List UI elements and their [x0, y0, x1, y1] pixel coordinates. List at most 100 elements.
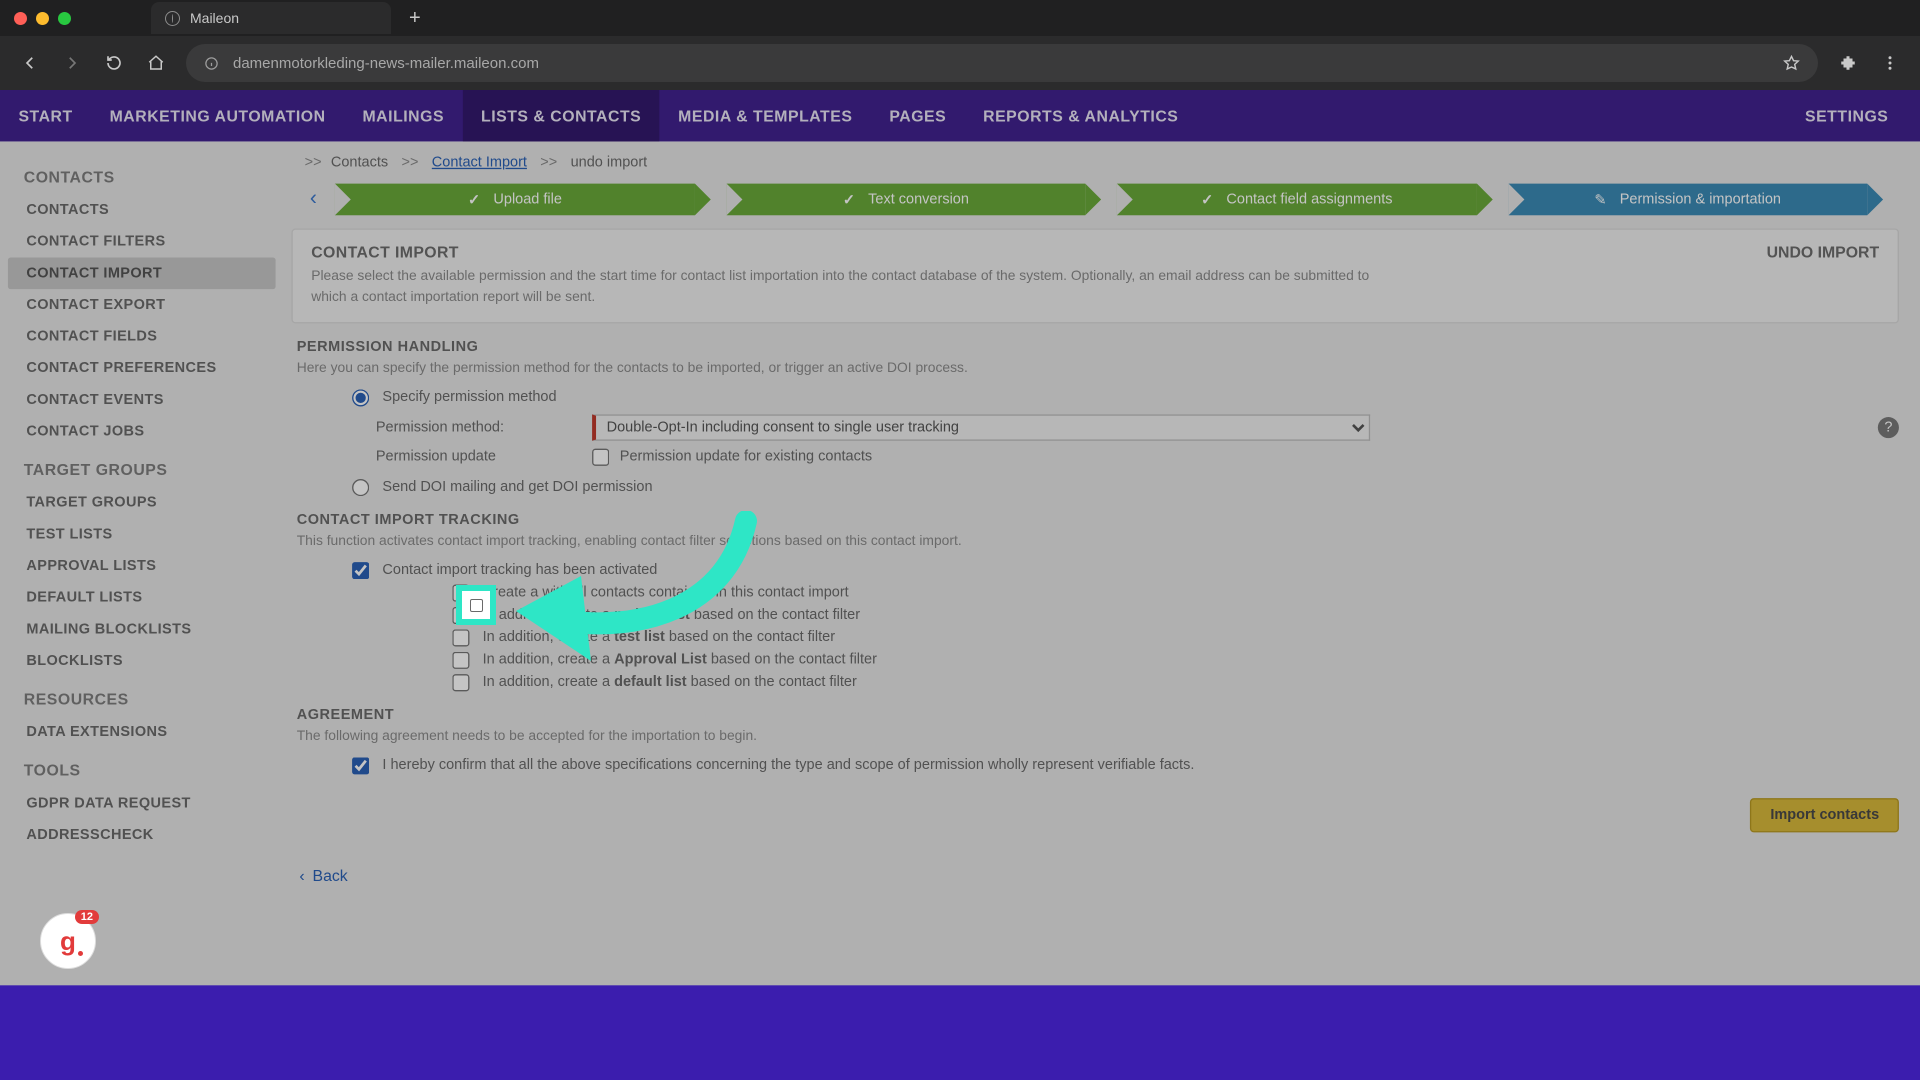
tab-title: Maileon	[190, 10, 239, 26]
sidebar-item-gdpr[interactable]: GDPR DATA REQUEST	[8, 788, 276, 820]
cbx-create-approval-list[interactable]	[452, 651, 469, 668]
browser-toolbar: damenmotorkleding-news-mailer.maileon.co…	[0, 36, 1920, 90]
sidebar: CONTACTS CONTACTS CONTACT FILTERS CONTAC…	[0, 141, 284, 985]
sidebar-item-contact-preferences[interactable]: CONTACT PREFERENCES	[8, 352, 276, 384]
main-nav: START MARKETING AUTOMATION MAILINGS LIST…	[0, 90, 1920, 141]
maximize-window-icon[interactable]	[58, 12, 71, 25]
url-text: damenmotorkleding-news-mailer.maileon.co…	[233, 55, 539, 72]
home-button[interactable]	[144, 51, 168, 75]
cbx-create-mailing-list[interactable]	[452, 606, 469, 623]
help-icon[interactable]: ?	[1878, 416, 1899, 437]
sidebar-item-contact-jobs[interactable]: CONTACT JOBS	[8, 416, 276, 448]
sidebar-header-tools: TOOLS	[8, 748, 276, 788]
check-icon	[1201, 191, 1213, 208]
reload-button[interactable]	[102, 51, 126, 75]
cbx-tracking-activated[interactable]	[352, 561, 369, 578]
sidebar-item-contact-export[interactable]: CONTACT EXPORT	[8, 289, 276, 321]
step-upload-file[interactable]: Upload file	[335, 184, 694, 216]
sidebar-header-resources: RESOURCES	[8, 677, 276, 717]
step-permission-importation[interactable]: Permission & importation	[1508, 184, 1867, 216]
chevron-left-icon: ‹	[299, 866, 304, 884]
sidebar-header-contacts: CONTACTS	[8, 155, 276, 195]
section-tracking-title: CONTACT IMPORT TRACKING	[297, 511, 1899, 527]
sidebar-item-blocklists[interactable]: BLOCKLISTS	[8, 645, 276, 677]
check-icon	[468, 191, 480, 208]
site-info-icon	[204, 56, 219, 71]
section-agreement-title: AGREEMENT	[297, 706, 1899, 722]
cbx-agreement[interactable]	[352, 757, 369, 774]
radio-send-doi-label: Send DOI mailing and get DOI permission	[382, 479, 652, 495]
breadcrumb: >> Contacts >> Contact Import >> undo im…	[291, 149, 1898, 183]
nav-reports[interactable]: REPORTS & ANALYTICS	[965, 90, 1197, 141]
sidebar-item-mailing-blocklists[interactable]: MAILING BLOCKLISTS	[8, 614, 276, 646]
minimize-window-icon[interactable]	[36, 12, 49, 25]
step-field-assignments[interactable]: Contact field assignments	[1117, 184, 1476, 216]
sidebar-item-default-lists[interactable]: DEFAULT LISTS	[8, 582, 276, 614]
permission-update-label: Permission update	[376, 449, 574, 465]
page-description: Please select the available permission a…	[311, 267, 1406, 309]
browser-chrome: Maileon + damenmotorkleding-news-mailer.…	[0, 0, 1920, 90]
cbx-create-filter[interactable]	[452, 584, 469, 601]
radio-send-doi[interactable]	[352, 478, 369, 495]
crumb-undo-import: undo import	[571, 155, 648, 171]
sidebar-item-contact-fields[interactable]: CONTACT FIELDS	[8, 321, 276, 353]
widget-badge-count: 12	[75, 910, 99, 924]
menu-button[interactable]	[1878, 51, 1902, 75]
globe-icon	[165, 11, 180, 26]
sidebar-item-data-extensions[interactable]: DATA EXTENSIONS	[8, 716, 276, 748]
edit-icon	[1594, 191, 1606, 208]
sidebar-item-contacts[interactable]: CONTACTS	[8, 194, 276, 226]
page-title: CONTACT IMPORT	[311, 243, 1406, 261]
undo-import-link[interactable]: UNDO IMPORT	[1767, 243, 1880, 261]
extensions-button[interactable]	[1836, 51, 1860, 75]
nav-settings[interactable]: SETTINGS	[1792, 90, 1902, 141]
agreement-text: I hereby confirm that all the above spec…	[382, 757, 1194, 773]
main-content: >> Contacts >> Contact Import >> undo im…	[284, 141, 1920, 985]
widget-logo-icon: g	[60, 926, 76, 957]
sidebar-item-contact-filters[interactable]: CONTACT FILTERS	[8, 226, 276, 258]
sidebar-item-addresscheck[interactable]: ADDRESSCHECK	[8, 819, 276, 851]
address-bar[interactable]: damenmotorkleding-news-mailer.maileon.co…	[186, 44, 1818, 82]
nav-mailings[interactable]: MAILINGS	[344, 90, 463, 141]
nav-media[interactable]: MEDIA & TEMPLATES	[660, 90, 871, 141]
section-permission-desc: Here you can specify the permission meth…	[297, 360, 1899, 376]
browser-tab[interactable]: Maileon	[151, 2, 391, 34]
wizard-stepper: ‹ Upload file Text conversion Contact fi…	[291, 184, 1898, 216]
support-widget[interactable]: g 12	[40, 913, 96, 969]
radio-specify-method[interactable]	[352, 389, 369, 406]
permission-method-select[interactable]: Double-Opt-In including consent to singl…	[592, 414, 1370, 440]
new-tab-button[interactable]: +	[409, 7, 421, 30]
nav-start[interactable]: START	[0, 90, 91, 141]
nav-lists-contacts[interactable]: LISTS & CONTACTS	[463, 90, 660, 141]
sidebar-item-approval-lists[interactable]: APPROVAL LISTS	[8, 550, 276, 582]
close-window-icon[interactable]	[14, 12, 27, 25]
crumb-contacts[interactable]: Contacts	[331, 155, 388, 171]
bookmark-star-icon[interactable]	[1783, 55, 1800, 72]
section-permission-title: PERMISSION HANDLING	[297, 339, 1899, 355]
tab-bar: Maileon +	[0, 0, 1920, 36]
stepper-back-icon[interactable]: ‹	[291, 188, 335, 212]
sidebar-header-target-groups: TARGET GROUPS	[8, 447, 276, 487]
sidebar-item-contact-import[interactable]: CONTACT IMPORT	[8, 257, 276, 289]
sidebar-item-contact-events[interactable]: CONTACT EVENTS	[8, 384, 276, 416]
cbx-tracking-activated-label: Contact import tracking has been activat…	[382, 562, 657, 578]
permission-method-label: Permission method:	[376, 419, 574, 435]
crumb-contact-import[interactable]: Contact Import	[432, 155, 527, 171]
check-icon	[843, 191, 855, 208]
cbx-create-default-list[interactable]	[452, 674, 469, 691]
section-tracking-desc: This function activates contact import t…	[297, 532, 1899, 548]
nav-back-button[interactable]	[18, 51, 42, 75]
nav-forward-button[interactable]	[60, 51, 84, 75]
cbx-create-test-list[interactable]	[452, 629, 469, 646]
header-panel: CONTACT IMPORT Please select the availab…	[291, 228, 1898, 322]
radio-specify-method-label: Specify permission method	[382, 389, 556, 405]
nav-pages[interactable]: PAGES	[871, 90, 965, 141]
import-contacts-button[interactable]: Import contacts	[1751, 797, 1899, 831]
back-link[interactable]: ‹ Back	[299, 866, 1899, 884]
step-text-conversion[interactable]: Text conversion	[726, 184, 1085, 216]
sidebar-item-target-groups[interactable]: TARGET GROUPS	[8, 487, 276, 519]
sidebar-item-test-lists[interactable]: TEST LISTS	[8, 519, 276, 551]
permission-update-checkbox[interactable]	[592, 448, 609, 465]
permission-update-text: Permission update for existing contacts	[620, 449, 872, 465]
nav-marketing[interactable]: MARKETING AUTOMATION	[91, 90, 344, 141]
